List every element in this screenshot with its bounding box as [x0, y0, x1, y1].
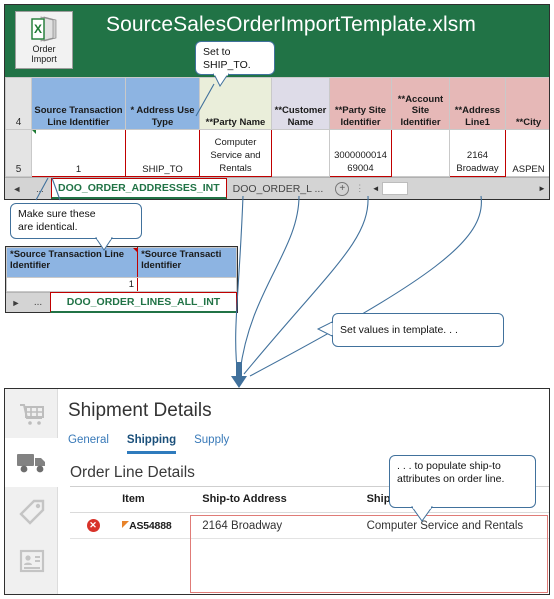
- workbook-filename: SourceSalesOrderImportTemplate.xlsm: [106, 13, 476, 36]
- spreadsheet-table: 4 Source Transaction Line Identifier * A…: [5, 77, 549, 177]
- sidebar-item-cart[interactable]: [5, 389, 58, 438]
- callout-set-to-ship-to-text: Set to SHIP_TO.: [203, 46, 251, 71]
- sheet-tab-bar: ◄ ... DOO_ORDER_ADDRESSES_INT DOO_ORDER_…: [5, 177, 549, 199]
- app-tab-bar: General Shipping Supply: [58, 422, 549, 454]
- cell-party-name[interactable]: Computer Service and Rentals: [199, 129, 272, 177]
- lines-col-header-source-transaction-line-identifier[interactable]: *Source Transaction Line Identifier: [5, 247, 139, 278]
- spreadsheet-grid: 4 Source Transaction Line Identifier * A…: [5, 77, 549, 180]
- col-header-party-name[interactable]: **Party Name: [199, 77, 272, 130]
- lines-col-header-source-transaction-identifier[interactable]: *Source Transacti Identifier: [137, 247, 237, 278]
- sidebar-item-customer[interactable]: [5, 536, 58, 585]
- lines-sheet-table: *Source Transaction Line Identifier *Sou…: [5, 247, 237, 292]
- callout-set-values-text: Set values in template. . .: [340, 323, 458, 336]
- sheet-tab-doo-order-lines-all-int[interactable]: DOO_ORDER_LINES_ALL_INT: [50, 292, 237, 313]
- col-header-status: [70, 486, 117, 513]
- sheet-prev-arrow-icon[interactable]: ◄: [12, 184, 21, 194]
- row-item-value: AS54888: [129, 519, 172, 532]
- comment-marker-icon: [133, 248, 138, 252]
- cell-account-site-identifier[interactable]: [391, 129, 450, 177]
- callout-set-to-ship-to: Set to SHIP_TO.: [195, 41, 275, 75]
- cell-customer-name[interactable]: [271, 129, 330, 177]
- tab-supply[interactable]: Supply: [194, 434, 229, 454]
- col-header-customer-name[interactable]: **Customer Name: [271, 77, 330, 130]
- error-icon[interactable]: ✕: [86, 519, 100, 532]
- sheet-tab-doo-order-addresses-int[interactable]: DOO_ORDER_ADDRESSES_INT: [51, 178, 227, 199]
- row-ship-to-customer-cell[interactable]: Computer Service and Rentals: [360, 512, 549, 539]
- tab-shipping[interactable]: Shipping: [126, 434, 177, 454]
- row-item-cell[interactable]: AS54888: [116, 512, 197, 539]
- header-row: 4 Source Transaction Line Identifier * A…: [5, 77, 549, 130]
- cart-icon: [19, 403, 44, 425]
- scrollbar-thumb[interactable]: [382, 182, 409, 195]
- cell-party-site-identifier[interactable]: 300000001469004: [329, 129, 392, 177]
- cell-address-use-type[interactable]: SHIP_TO: [125, 129, 200, 177]
- data-row-5: 5 1 SHIP_TO Computer Service and Rentals…: [5, 129, 549, 177]
- cell-source-transaction-line-identifier[interactable]: 1: [31, 129, 126, 177]
- sheet-tab-doo-order-lines[interactable]: DOO_ORDER_L ...: [227, 178, 330, 199]
- page-title: Shipment Details: [68, 400, 212, 421]
- lines-sheet-snippet: *Source Transaction Line Identifier *Sou…: [5, 246, 238, 313]
- lines-sheet-ellipsis[interactable]: ...: [26, 297, 50, 308]
- row-status-cell[interactable]: ✕: [70, 512, 117, 539]
- callout-make-sure-identical: Make sure these are identical.: [10, 203, 142, 239]
- row-number-4: 4: [5, 77, 32, 130]
- lines-cell-source-transaction-line-identifier[interactable]: 1: [5, 277, 139, 292]
- row-number-5: 5: [5, 129, 32, 177]
- col-header-item: Item: [116, 486, 197, 513]
- cell-address-line1[interactable]: 2164 Broadway: [449, 129, 506, 177]
- lines-data-row: 1: [5, 277, 237, 292]
- sidebar-item-pricing[interactable]: [5, 487, 58, 536]
- col-header-party-site-identifier[interactable]: **Party Site Identifier: [329, 77, 392, 130]
- comment-marker-icon: [32, 130, 36, 134]
- horizontal-scrollbar[interactable]: ◄ ►: [369, 182, 549, 196]
- excel-window: X Order Import SourceSalesOrderImportTemp…: [4, 4, 550, 200]
- sheet-more-icon[interactable]: ⋮: [355, 183, 364, 194]
- scroll-right-arrow-icon[interactable]: ►: [535, 182, 549, 195]
- excel-title-bar: X Order Import SourceSalesOrderImportTemp…: [5, 5, 549, 77]
- tag-icon: [18, 499, 44, 525]
- row-ship-to-address-cell[interactable]: 2164 Broadway: [196, 512, 361, 539]
- callout-set-values-in-template: Set values in template. . .: [332, 313, 504, 347]
- order-import-label: Order Import: [31, 44, 57, 64]
- table-row[interactable]: ✕ AS54888 2164 Broadway Computer Service…: [70, 512, 549, 539]
- screenshot-root: X Order Import SourceSalesOrderImportTemp…: [0, 0, 554, 599]
- truck-icon: [16, 453, 45, 472]
- cell-city[interactable]: ASPEN: [505, 129, 549, 177]
- contact-card-icon: [19, 549, 44, 572]
- arrow-head: [231, 362, 247, 388]
- callout-populate-text: . . . to populate ship-to attributes on …: [397, 460, 505, 485]
- tab-general[interactable]: General: [68, 434, 109, 454]
- lines-cell-source-transaction-identifier[interactable]: [137, 277, 237, 292]
- col-header-source-transaction-line-identifier[interactable]: Source Transaction Line Identifier: [31, 77, 126, 130]
- col-header-account-site-identifier[interactable]: **Account Site Identifier: [391, 77, 450, 130]
- sidebar-item-shipment[interactable]: [5, 438, 58, 487]
- callout-make-sure-identical-text: Make sure these are identical.: [18, 208, 96, 233]
- scroll-left-arrow-icon[interactable]: ◄: [369, 182, 383, 195]
- add-sheet-button[interactable]: +: [335, 181, 350, 196]
- col-header-ship-to-address: Ship-to Address: [196, 486, 361, 513]
- callout-populate-ship-to-attributes: . . . to populate ship-to attributes on …: [389, 455, 536, 508]
- sheet-nav-arrows[interactable]: ◄ ...: [5, 184, 51, 194]
- sheet-tabs-ellipsis[interactable]: ...: [36, 184, 44, 194]
- col-header-address-use-type[interactable]: * Address Use Type: [125, 77, 200, 130]
- col-header-city[interactable]: **City: [505, 77, 549, 130]
- app-sidebar: [5, 389, 58, 594]
- col-header-address-line1[interactable]: **Address Line1: [449, 77, 506, 130]
- lines-header-row: *Source Transaction Line Identifier *Sou…: [5, 247, 237, 278]
- lines-sheet-tab-bar: ► ... DOO_ORDER_LINES_ALL_INT: [6, 292, 237, 313]
- lines-sheet-next-arrow-icon[interactable]: ►: [6, 298, 26, 308]
